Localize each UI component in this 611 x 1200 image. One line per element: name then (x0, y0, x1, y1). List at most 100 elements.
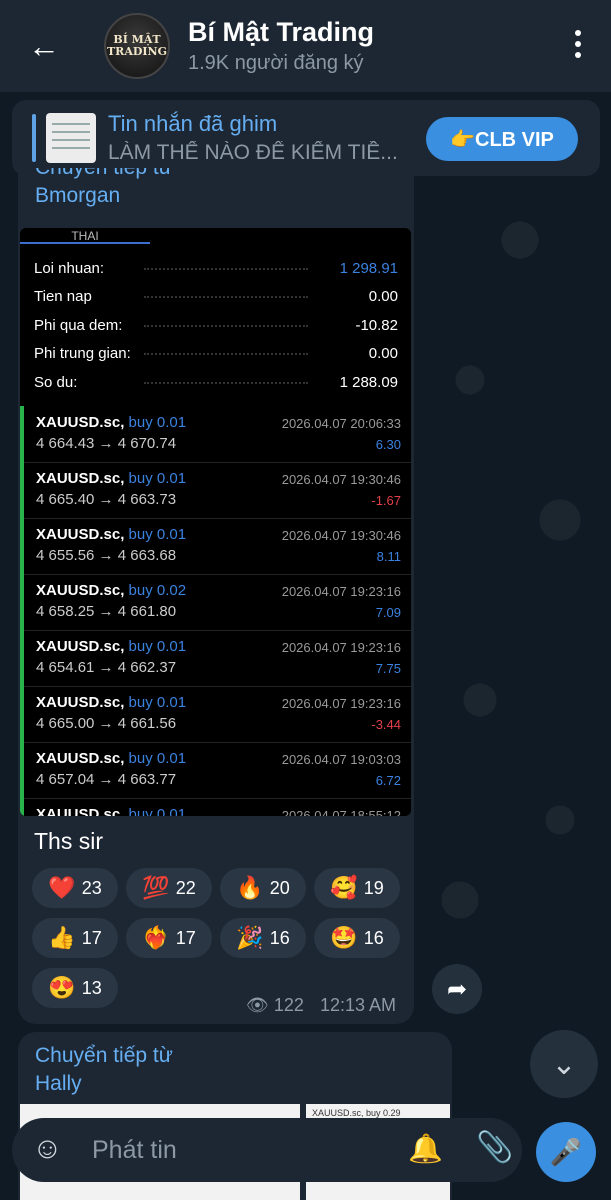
trade-side: buy 0.01 (128, 694, 187, 711)
trade-profit: 6.30 (375, 437, 401, 452)
star-eyes-icon: 🤩 (330, 925, 358, 950)
summary-row: Phi trung gian: 0.00 (34, 339, 398, 367)
heart-icon: ❤️ (48, 875, 76, 900)
reaction-smiling-hearts[interactable]: 🥰 19 (314, 868, 400, 908)
channel-title: Bí Mật Trading (188, 17, 375, 47)
trade-time: 2026.04.07 19:03:03 (281, 752, 401, 767)
pinned-title: Tin nhắn đã ghim (108, 111, 278, 136)
heart-on-fire-icon: ❤️‍🔥 (142, 925, 170, 950)
eye-icon: 👁 (246, 995, 269, 1015)
trade-prices: 4 665.00 → 4 661.56 (36, 715, 177, 732)
message-meta: 👁 122 12:13 AM (246, 995, 396, 1016)
forward-source[interactable]: Hally (35, 1070, 173, 1098)
preview-text: XAUUSD.sc, buy 0.29 (312, 1108, 401, 1118)
trade-prices: 4 658.25 → 4 661.80 (36, 603, 177, 620)
microphone-icon[interactable]: 🎤 (536, 1122, 596, 1182)
sticker-icon[interactable]: ☺ (32, 1132, 63, 1166)
trade-row: XAUUSD.sc, buy 0.01 4 655.56 → 4 663.68 … (24, 518, 411, 575)
reaction-heart-eyes[interactable]: 😍 13 (32, 968, 118, 1008)
trade-row: XAUUSD.sc, buy 0.01 4 665.40 → 4 663.73 … (24, 462, 411, 519)
summary-label: Tien nap (34, 288, 92, 305)
pinned-message-bar[interactable]: Tin nhắn đã ghim LÀM THẾ NÀO ĐỂ KIẾM TIỀ… (12, 100, 600, 176)
reaction-heart[interactable]: ❤️ 23 (32, 868, 118, 908)
trade-symbol: XAUUSD.sc, (36, 806, 125, 816)
trade-time: 2026.04.07 19:23:16 (281, 696, 401, 711)
trade-prices: 4 654.61 → 4 662.37 (36, 659, 177, 676)
pinned-thumbnail (46, 113, 96, 163)
summary-value: 1 298.91 (339, 260, 398, 277)
vip-club-button[interactable]: 👉CLB VIP (426, 117, 578, 161)
trade-time: 2026.04.07 19:23:16 (281, 640, 401, 655)
trade-side: buy 0.01 (128, 638, 187, 655)
bell-icon[interactable]: 🔔 (408, 1132, 443, 1165)
reaction-heart-on-fire[interactable]: ❤️‍🔥 17 (126, 918, 212, 958)
trade-time: 2026.04.07 18:55:12 (281, 808, 401, 816)
forward-header[interactable]: Chuyển tiếp từ Hally (35, 1042, 173, 1098)
forward-label: Chuyển tiếp từ (35, 168, 173, 182)
trade-screenshot[interactable]: THAI Loi nhuan: 1 298.91 Tien nap 0.00 P… (20, 228, 411, 816)
summary-value: 0.00 (368, 345, 398, 362)
party-popper-icon: 🎉 (236, 925, 264, 950)
reaction-fire[interactable]: 🔥 20 (220, 868, 306, 908)
trade-symbol: XAUUSD.sc, (36, 582, 125, 599)
forward-header[interactable]: Chuyển tiếp từ Bmorgan (35, 168, 173, 210)
trade-row: XAUUSD.sc, buy 0.01 4 665.00 → 4 661.56 … (24, 686, 411, 743)
reaction-count: 13 (81, 977, 102, 998)
message-input-bar: ☺ Phát tin 🔔 📎 (12, 1118, 522, 1182)
message-caption: Ths sir (34, 828, 103, 854)
message-input[interactable]: Phát tin (92, 1136, 177, 1165)
trade-symbol: XAUUSD.sc, (36, 638, 125, 655)
attach-icon[interactable]: 📎 (476, 1130, 513, 1165)
reaction-star-eyes[interactable]: 🤩 16 (314, 918, 400, 958)
trade-row: XAUUSD.sc, buy 0.01 4 657.04 → 4 663.77 … (24, 742, 411, 799)
trade-time: 2026.04.07 19:23:16 (281, 584, 401, 599)
trade-symbol: XAUUSD.sc, (36, 414, 125, 431)
trade-symbol: XAUUSD.sc, (36, 470, 125, 487)
subscriber-count: 1.9K người đăng ký (188, 52, 364, 74)
forward-source[interactable]: Bmorgan (35, 182, 173, 210)
screenshot-tab: THAI (20, 228, 150, 244)
avatar-text: BÍ MẬT TRADING (107, 33, 167, 58)
reaction-count: 20 (269, 877, 290, 898)
back-arrow-icon[interactable]: ← (24, 26, 64, 66)
message-time: 12:13 AM (319, 995, 396, 1015)
trade-prices: 4 665.40 → 4 663.73 (36, 491, 177, 508)
trade-symbol: XAUUSD.sc, (36, 750, 125, 767)
reaction-count: 23 (81, 877, 102, 898)
hundred-icon: 💯 (142, 875, 170, 900)
trade-profit: 8.11 (376, 549, 401, 564)
summary-label: Phi qua dem: (34, 317, 123, 334)
reaction-count: 17 (81, 927, 102, 948)
trade-symbol: XAUUSD.sc, (36, 526, 125, 543)
reaction-party[interactable]: 🎉 16 (220, 918, 306, 958)
summary-row: Tien nap 0.00 (34, 282, 398, 310)
trade-profit: -3.44 (371, 717, 401, 732)
trade-side: buy 0.02 (128, 582, 187, 599)
trade-list: XAUUSD.sc, buy 0.01 4 664.43 → 4 670.74 … (20, 406, 411, 816)
channel-info[interactable]: Bí Mật Trading 1.9K người đăng ký (188, 17, 374, 75)
thumbs-up-icon: 👍 (48, 925, 76, 950)
reaction-count: 19 (363, 877, 384, 898)
pinned-indicator (32, 114, 36, 162)
summary-row: Phi qua dem: -10.82 (34, 311, 398, 339)
more-options-icon[interactable] (575, 30, 583, 58)
reaction-hundred[interactable]: 💯 22 (126, 868, 212, 908)
trade-prices: 4 657.04 → 4 663.77 (36, 771, 177, 788)
summary-row: Loi nhuan: 1 298.91 (34, 254, 398, 282)
trade-side: buy 0.01 (128, 750, 187, 767)
top-bar: ← BÍ MẬT TRADING Bí Mật Trading 1.9K ngư… (0, 0, 611, 92)
trade-profit: -1.67 (371, 493, 401, 508)
trade-side: buy 0.01 (128, 526, 187, 543)
trade-time: 2026.04.07 19:30:46 (281, 472, 401, 487)
reaction-count: 16 (269, 927, 290, 948)
message-bubble[interactable]: Chuyển tiếp từ Bmorgan THAI Loi nhuan: 1… (18, 168, 414, 1024)
reaction-thumbs-up[interactable]: 👍 17 (32, 918, 118, 958)
share-icon[interactable]: ➦ (432, 964, 482, 1014)
trade-side: buy 0.01 (128, 414, 187, 431)
reaction-count: 22 (175, 877, 196, 898)
trade-time: 2026.04.07 19:30:46 (281, 528, 401, 543)
avatar[interactable]: BÍ MẬT TRADING (104, 13, 170, 79)
summary-label: Phi trung gian: (34, 345, 131, 362)
trade-side: buy 0.01 (128, 470, 187, 487)
scroll-down-icon[interactable]: ⌄ (530, 1030, 598, 1098)
